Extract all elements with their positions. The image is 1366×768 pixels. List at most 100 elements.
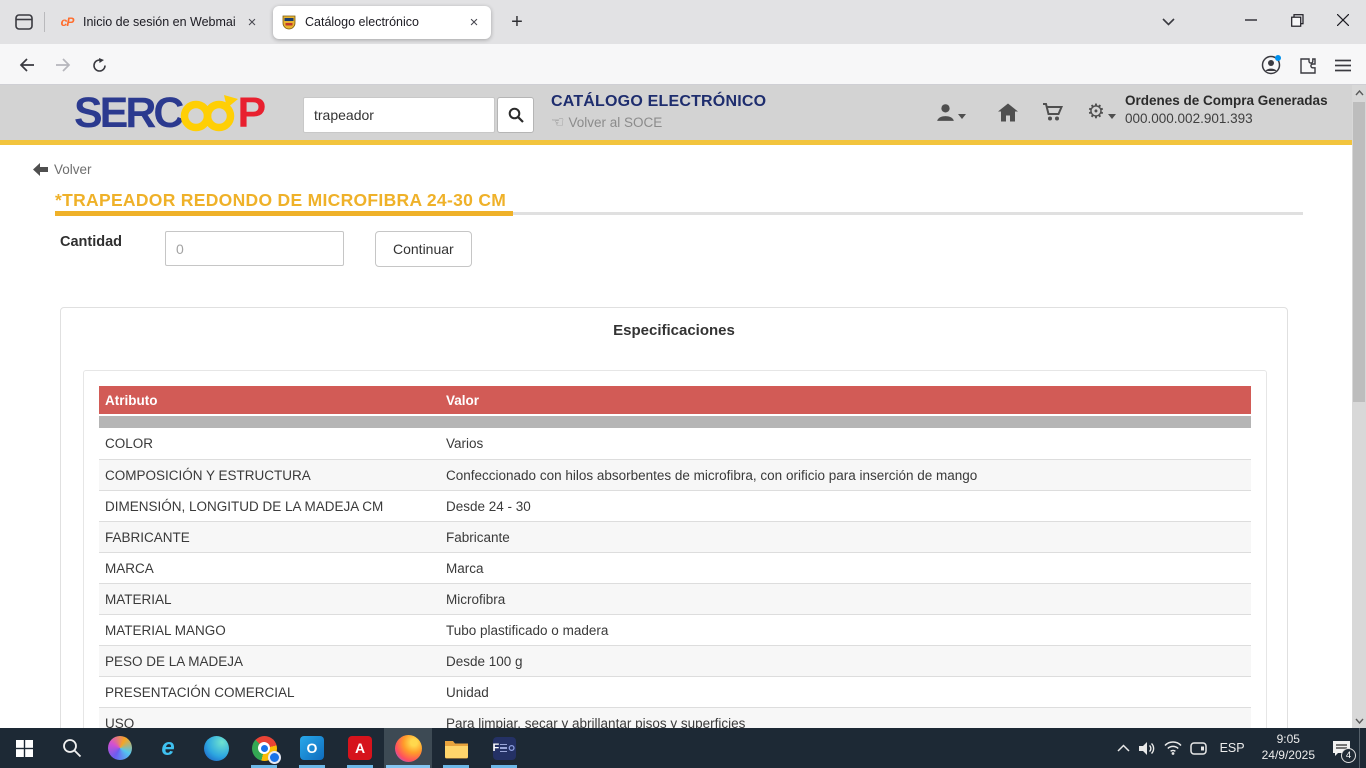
user-menu-icon[interactable] (936, 103, 966, 122)
clock-time: 9:05 (1262, 732, 1315, 748)
account-icon[interactable] (1256, 50, 1286, 80)
start-button[interactable] (0, 728, 48, 768)
spec-value: Desde 100 g (446, 654, 1251, 669)
scrollbar-thumb[interactable] (1353, 102, 1365, 402)
tab-title: Inicio de sesión en Webmail (83, 15, 235, 29)
spec-attr: COLOR (99, 436, 446, 451)
internet-explorer-icon[interactable]: e (144, 728, 192, 768)
firefox-view-icon[interactable] (8, 7, 40, 37)
back-arrow-icon (33, 163, 48, 176)
spec-attr: DIMENSIÓN, LONGITUD DE LA MADEJA CM (99, 499, 446, 514)
spec-attr: MATERIAL MANGO (99, 623, 446, 638)
windows-taskbar: e O A F (0, 728, 1366, 768)
tab-title: Catálogo electrónico (305, 15, 457, 29)
table-row: FABRICANTE Fabricante (99, 521, 1251, 552)
tab-catalogo[interactable]: Catálogo electrónico × (273, 6, 491, 39)
specifications-card: Especificaciones Atributo Valor COLOR Va… (60, 307, 1288, 768)
sercop-logo[interactable]: SERC P (74, 90, 263, 136)
sercop-loop-icon (179, 92, 239, 134)
table-row: COLOR Varios (99, 428, 1251, 459)
table-row: MARCA Marca (99, 552, 1251, 583)
spec-attr: COMPOSICIÓN Y ESTRUCTURA (99, 468, 446, 483)
browser-toolbar: catalogoelectronico.compraspublicas.gob.… (0, 44, 1366, 85)
hand-pointer-icon: ☜ (551, 116, 564, 129)
scroll-up-icon[interactable] (1352, 85, 1366, 100)
home-icon[interactable] (998, 103, 1018, 122)
continue-button[interactable]: Continuar (375, 231, 472, 267)
settings-gear-icon[interactable]: ⚙ (1087, 102, 1116, 122)
ecuador-arms-icon (281, 14, 297, 30)
forward-icon[interactable] (48, 50, 78, 80)
catalog-title-block: CATÁLOGO ELECTRÓNICO ☜ Volver al SOCE (551, 93, 766, 130)
action-center-icon[interactable]: 4 (1323, 728, 1359, 768)
spec-value: Microfibra (446, 592, 1251, 607)
new-tab-button[interactable]: + (503, 11, 531, 34)
soce-link[interactable]: ☜ Volver al SOCE (551, 115, 766, 130)
back-icon[interactable] (12, 50, 42, 80)
table-row: MATERIAL Microfibra (99, 583, 1251, 614)
spec-value: Confeccionado con hilos absorbentes de m… (446, 468, 1251, 483)
spec-value: Tubo plastificado o madera (446, 623, 1251, 638)
spec-attr: PESO DE LA MADEJA (99, 654, 446, 669)
screen: cP Inicio de sesión en Webmail × Catálog… (0, 0, 1366, 768)
edge-icon[interactable] (192, 728, 240, 768)
forticlient-icon[interactable]: F (480, 728, 528, 768)
specifications-panel: Atributo Valor COLOR Varios COMPOSICIÓN … (83, 370, 1267, 768)
tab-webmail[interactable]: cP Inicio de sesión en Webmail × (51, 6, 269, 39)
spec-value: Unidad (446, 685, 1251, 700)
tab-close-icon[interactable]: × (243, 15, 261, 30)
quantity-label: Cantidad (60, 234, 122, 250)
extensions-puzzle-icon[interactable] (1292, 50, 1322, 80)
table-gray-bar (99, 416, 1251, 428)
copilot-icon[interactable] (96, 728, 144, 768)
table-row: COMPOSICIÓN Y ESTRUCTURA Confeccionado c… (99, 459, 1251, 490)
clock-date: 24/9/2025 (1262, 748, 1315, 764)
spec-attr: MATERIAL (99, 592, 446, 607)
firefox-icon[interactable] (384, 728, 432, 768)
clock[interactable]: 9:05 24/9/2025 (1262, 732, 1315, 763)
minimize-button[interactable] (1228, 0, 1274, 40)
orders-label: Ordenes de Compra Generadas (1125, 93, 1340, 108)
menu-hamburger-icon[interactable] (1328, 50, 1358, 80)
spec-value: Marca (446, 561, 1251, 576)
catalog-search-button[interactable] (497, 97, 534, 133)
quantity-input[interactable] (165, 231, 344, 266)
specs-table-body: COLOR Varios COMPOSICIÓN Y ESTRUCTURA Co… (99, 428, 1251, 738)
orders-block: Ordenes de Compra Generadas 000.000.002.… (1125, 93, 1340, 126)
show-desktop-strip[interactable] (1359, 728, 1366, 768)
chrome-icon[interactable] (240, 728, 288, 768)
table-row: PESO DE LA MADEJA Desde 100 g (99, 645, 1251, 676)
volume-icon[interactable] (1136, 728, 1161, 768)
wifi-icon[interactable] (1161, 728, 1186, 768)
taskbar-search-icon[interactable] (48, 728, 96, 768)
list-all-tabs-icon[interactable] (1152, 7, 1184, 37)
sercop-header: SERC P CATÁLOGO ELECTRÓNICO ☜ Volver al … (0, 85, 1366, 145)
language-indicator[interactable]: ESP (1220, 741, 1245, 755)
specifications-title: Especificaciones (61, 322, 1287, 339)
tab-separator (44, 12, 45, 32)
column-header-atributo: Atributo (99, 393, 446, 408)
close-window-button[interactable] (1320, 0, 1366, 40)
reload-icon[interactable] (84, 50, 114, 80)
column-header-valor: Valor (446, 393, 1251, 408)
file-explorer-icon[interactable] (432, 728, 480, 768)
browser-scrollbar[interactable] (1352, 85, 1366, 728)
table-row: PRESENTACIÓN COMERCIAL Unidad (99, 676, 1251, 707)
back-link[interactable]: Volver (33, 162, 92, 177)
cast-icon[interactable] (1186, 728, 1211, 768)
search-icon (508, 107, 524, 123)
cart-icon[interactable] (1042, 103, 1063, 122)
spec-attr: MARCA (99, 561, 446, 576)
spec-value: Fabricante (446, 530, 1251, 545)
spec-attr: PRESENTACIÓN COMERCIAL (99, 685, 446, 700)
notification-badge: 4 (1341, 748, 1356, 763)
outlook-icon[interactable]: O (288, 728, 336, 768)
hidden-icons-chevron[interactable] (1111, 728, 1136, 768)
spec-value: Desde 24 - 30 (446, 499, 1251, 514)
logo-text-p: P (237, 90, 263, 136)
catalog-search-input[interactable] (303, 97, 495, 133)
scroll-down-icon[interactable] (1352, 713, 1366, 728)
tab-close-icon[interactable]: × (465, 15, 483, 30)
restore-button[interactable] (1274, 0, 1320, 40)
acrobat-icon[interactable]: A (336, 728, 384, 768)
